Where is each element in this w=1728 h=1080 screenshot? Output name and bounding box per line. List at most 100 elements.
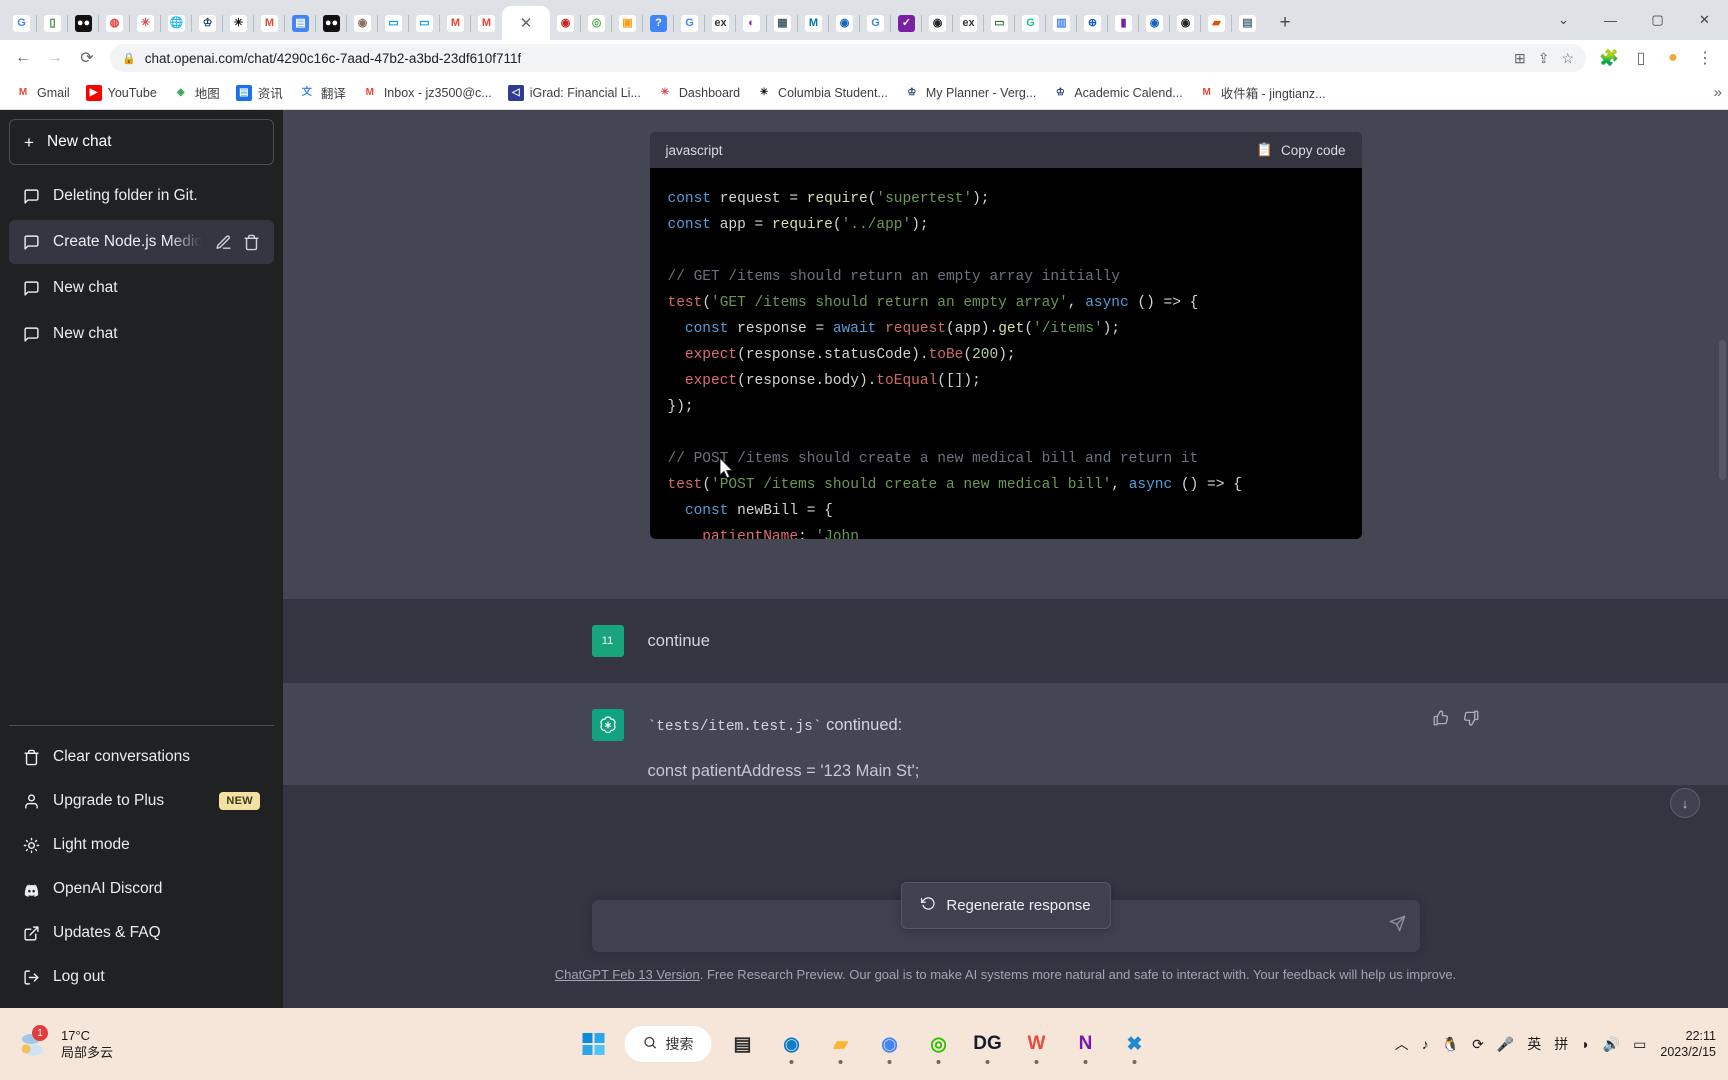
browser-tab-gmail[interactable]: M — [254, 6, 285, 40]
browser-tab-google-g2[interactable]: G — [860, 6, 891, 40]
new-tab-button[interactable]: + — [1271, 9, 1299, 37]
start-button[interactable] — [572, 1022, 616, 1066]
browser-tab-github2[interactable]: ◉ — [1170, 6, 1201, 40]
browser-tab-bilibili[interactable]: ▭ — [378, 6, 409, 40]
browser-tab-spiral[interactable]: ◉ — [829, 6, 860, 40]
browser-tab-google[interactable]: G — [6, 6, 37, 40]
taskbar-wechat-icon[interactable]: ◎ — [917, 1022, 961, 1066]
translate-icon[interactable]: ⊞ — [1514, 50, 1526, 67]
share-icon[interactable]: ⇪ — [1538, 50, 1550, 67]
browser-tab-canvas[interactable]: ✳ — [130, 6, 161, 40]
maximize-button[interactable]: ▢ — [1634, 0, 1681, 40]
browser-tab-asterisk[interactable]: ✳ — [223, 6, 254, 40]
reload-icon[interactable]: ⟳ — [72, 43, 102, 73]
bookmark-item[interactable]: 文翻译 — [292, 80, 353, 105]
taskbar-taskview-icon[interactable]: ▤ — [721, 1022, 765, 1066]
bookmark-item[interactable]: ♔ Academic Calend... — [1045, 82, 1189, 104]
taskbar-clock[interactable]: 22:11 2023/2/15 — [1660, 1028, 1716, 1060]
taskbar-edge-icon[interactable]: ◉ — [770, 1022, 814, 1066]
scrollbar-thumb[interactable] — [1719, 340, 1726, 480]
browser-tab-github[interactable]: ◉ — [922, 6, 953, 40]
sidebar-item-openai-discord[interactable]: OpenAI Discord — [9, 867, 274, 911]
battery-icon[interactable]: ▭ — [1633, 1036, 1646, 1053]
version-link[interactable]: ChatGPT Feb 13 Version — [555, 967, 700, 982]
bookmark-item[interactable]: ◁ iGrad: Financial Li... — [501, 82, 648, 104]
ime-pinyin-icon[interactable]: 拼 — [1554, 1034, 1568, 1054]
volume-icon[interactable]: 🔊 — [1603, 1036, 1620, 1053]
browser-tab-chat[interactable]: ▭ — [984, 6, 1015, 40]
bookmark-item[interactable]: M 收件箱 - jingtianz... — [1192, 80, 1333, 105]
sidebar-item-light-mode[interactable]: Light mode — [9, 823, 274, 867]
browser-tab-brain[interactable]: ◉ — [347, 6, 378, 40]
bookmark-item[interactable]: M Inbox - jz3500@c... — [355, 82, 499, 104]
browser-tab-globe2[interactable]: ⊕ — [1077, 6, 1108, 40]
sidebar-item-updates-faq[interactable]: Updates & FAQ — [9, 911, 274, 955]
trash-icon[interactable] — [243, 234, 260, 251]
copy-code-button[interactable]: 📋 Copy code — [1256, 142, 1345, 158]
bookmark-item[interactable]: ◈ 地图 — [166, 80, 227, 105]
browser-tab-docs2[interactable]: ▥ — [1046, 6, 1077, 40]
qq-icon[interactable]: 🐧 — [1442, 1036, 1459, 1053]
taskbar-dg-icon[interactable]: DG — [966, 1022, 1010, 1066]
bookmark-item[interactable]: ▶ YouTube — [79, 82, 164, 104]
active-tab[interactable]: ✕ — [502, 6, 550, 40]
browser-tab-docs[interactable]: ▤ — [285, 6, 316, 40]
chevron-up-icon[interactable]: ︿ — [1395, 1034, 1409, 1054]
send-icon[interactable] — [1389, 915, 1406, 937]
browser-tab-pin[interactable]: ◉ — [550, 6, 581, 40]
browser-tab-extension-ex2[interactable]: ex — [953, 6, 984, 40]
taskbar-explorer-icon[interactable]: ▰ — [819, 1022, 863, 1066]
conversation-item[interactable]: New chat — [9, 312, 274, 356]
new-chat-button[interactable]: + New chat — [9, 119, 274, 165]
bookmark-item[interactable]: ✳ Dashboard — [650, 82, 747, 104]
browser-tab-notability[interactable]: ▯ — [37, 6, 68, 40]
bookmark-star-icon[interactable]: ☆ — [1561, 50, 1574, 67]
bookmark-item[interactable]: M Gmail — [8, 82, 77, 104]
browser-tab-google-g[interactable]: G — [674, 6, 705, 40]
chat-scroll-area[interactable]: javascript 📋 Copy code const request = r… — [283, 110, 1728, 1008]
sidepanel-icon[interactable]: ▯ — [1626, 43, 1656, 73]
taskbar-vscode-icon[interactable]: ✖ — [1113, 1022, 1157, 1066]
close-icon[interactable]: ✕ — [520, 16, 533, 31]
browser-tab-clock[interactable]: ◍ — [99, 6, 130, 40]
taskbar-search[interactable]: 搜索 — [624, 1026, 712, 1062]
edit-icon[interactable] — [215, 234, 232, 251]
taskbar-chrome-icon[interactable]: ◉ — [868, 1022, 912, 1066]
back-icon[interactable]: ← — [8, 43, 38, 73]
extensions-icon[interactable]: 🧩 — [1594, 43, 1624, 73]
scroll-to-bottom-button[interactable]: ↓ — [1670, 788, 1700, 818]
browser-tab-mathworks[interactable]: M — [798, 6, 829, 40]
browser-tab-video2[interactable]: ●● — [316, 6, 347, 40]
bookmark-item[interactable]: ♔ My Planner - Verg... — [897, 82, 1043, 104]
conversation-item[interactable]: Deleting folder in Git. — [9, 174, 274, 218]
sidebar-item-upgrade-to-plus[interactable]: Upgrade to Plus NEW — [9, 779, 274, 823]
browser-tab-leetcode[interactable]: ▣ — [612, 6, 643, 40]
browser-tab-gmail2[interactable]: M — [440, 6, 471, 40]
netease-music-icon[interactable]: ♪ — [1422, 1036, 1429, 1052]
browser-tab-chrome-app[interactable]: ◎ — [581, 6, 612, 40]
browser-tab-extension-ex[interactable]: ex — [705, 6, 736, 40]
browser-tab-gmail3[interactable]: M — [471, 6, 502, 40]
weather-widget[interactable]: 1 17°C 局部多云 — [0, 1025, 113, 1061]
browser-tab-check-circle[interactable]: ✓ — [891, 6, 922, 40]
browser-tab-calendar[interactable]: ▤ — [1232, 6, 1263, 40]
bookmarks-overflow-icon[interactable]: » — [1714, 84, 1722, 101]
conversation-item[interactable]: Create Node.js Medical Billing API — [9, 220, 274, 264]
browser-tab-bars[interactable]: ▮ — [1108, 6, 1139, 40]
thumbs-up-icon[interactable] — [1432, 709, 1450, 732]
browser-tab-bilibili2[interactable]: ▭ — [409, 6, 440, 40]
thumbs-down-icon[interactable] — [1462, 709, 1480, 732]
tab-search-icon[interactable]: ⌄ — [1540, 0, 1587, 40]
sidebar-item-clear-conversations[interactable]: Clear conversations — [9, 735, 274, 779]
taskbar-wps-icon[interactable]: W — [1015, 1022, 1059, 1066]
regenerate-response-button[interactable]: Regenerate response — [900, 882, 1111, 929]
menu-icon[interactable]: ⋮ — [1690, 43, 1720, 73]
browser-tab-spiral2[interactable]: ◉ — [1139, 6, 1170, 40]
browser-tab-globe[interactable]: 🌐 — [161, 6, 192, 40]
close-button[interactable]: ✕ — [1681, 0, 1728, 40]
sidebar-item-log-out[interactable]: Log out — [9, 955, 274, 999]
profile-icon[interactable]: ● — [1658, 43, 1688, 73]
address-bar[interactable]: 🔒 chat.openai.com/chat/4290c16c-7aad-47b… — [110, 44, 1586, 72]
conversation-item[interactable]: New chat — [9, 266, 274, 310]
minimize-button[interactable]: — — [1587, 0, 1634, 40]
